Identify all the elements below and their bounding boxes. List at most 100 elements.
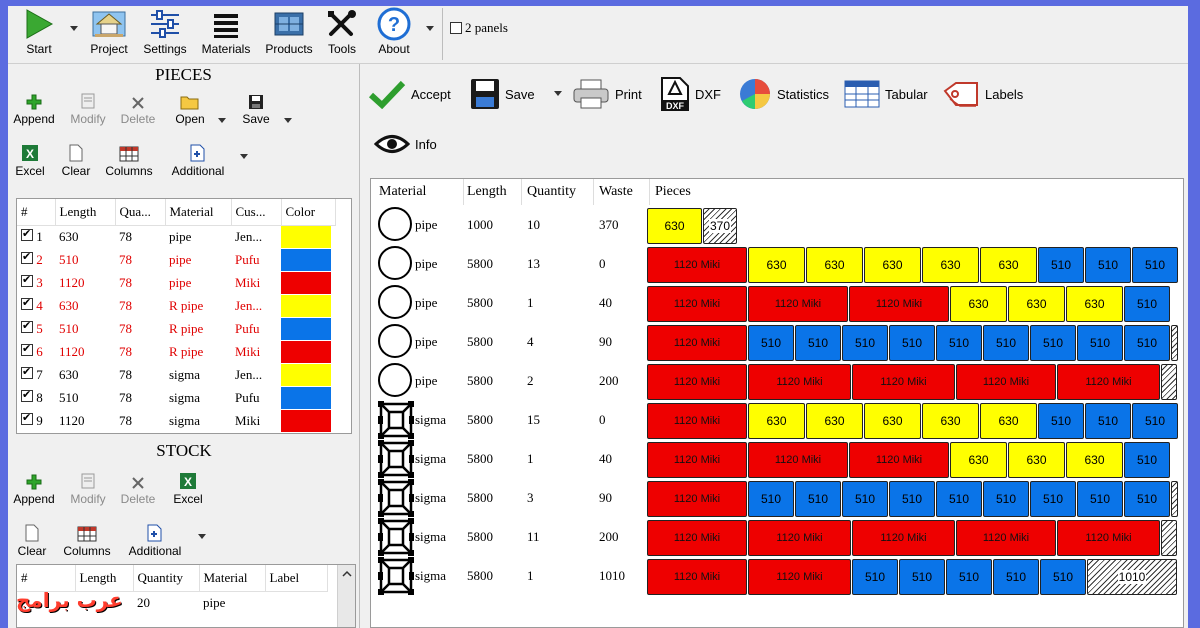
- cut-piece[interactable]: 1120 Miki: [647, 286, 747, 322]
- additional-dropdown-arrow[interactable]: [240, 154, 248, 159]
- table-row[interactable]: 4 630 78 R pipe Jen...: [17, 294, 335, 317]
- save-result-dropdown-arrow[interactable]: [554, 91, 562, 96]
- cut-piece[interactable]: 510: [842, 325, 888, 361]
- table-row[interactable]: 3 1120 78 pipe Miki: [17, 271, 335, 294]
- cut-piece[interactable]: 1120 Miki: [647, 481, 747, 517]
- cut-piece[interactable]: 630: [864, 403, 921, 439]
- table-row[interactable]: 6 1120 78 R pipe Miki: [17, 340, 335, 363]
- cut-piece[interactable]: 510: [946, 559, 992, 595]
- cut-piece[interactable]: 510: [889, 481, 935, 517]
- col-header-quantity[interactable]: Qua...: [115, 199, 166, 226]
- row-checkbox[interactable]: [21, 388, 33, 402]
- cut-piece[interactable]: 1120 Miki: [647, 442, 747, 478]
- stock-excel-button[interactable]: X Excel: [168, 466, 208, 506]
- cut-piece[interactable]: 630: [1066, 286, 1123, 322]
- table-row[interactable]: 2 510 78 pipe Pufu: [17, 248, 335, 271]
- cut-piece[interactable]: 510: [1124, 325, 1170, 361]
- open-dropdown-arrow[interactable]: [218, 118, 226, 123]
- about-dropdown-arrow[interactable]: [426, 26, 434, 31]
- labels-button[interactable]: Labels: [942, 74, 1023, 114]
- stock-modify-button[interactable]: Modify: [66, 466, 110, 506]
- cut-piece[interactable]: 630: [864, 247, 921, 283]
- print-button[interactable]: Print: [572, 74, 642, 114]
- col-header-customer[interactable]: Cus...: [231, 199, 282, 226]
- cut-piece[interactable]: 630: [806, 247, 863, 283]
- project-button[interactable]: Project: [86, 6, 132, 62]
- cut-piece[interactable]: 510: [842, 481, 888, 517]
- cut-piece[interactable]: 630: [748, 403, 805, 439]
- tools-button[interactable]: Tools: [324, 6, 360, 62]
- cut-piece[interactable]: 630: [950, 442, 1007, 478]
- two-panels-checkbox[interactable]: [450, 22, 462, 34]
- scroll-up-icon[interactable]: [338, 565, 356, 583]
- table-row[interactable]: 9 1120 78 sigma Miki: [17, 409, 335, 432]
- stock-additional-dropdown-arrow[interactable]: [198, 534, 206, 539]
- cut-piece[interactable]: 1120 Miki: [647, 559, 747, 595]
- row-checkbox[interactable]: [21, 365, 33, 379]
- cut-piece[interactable]: 510: [1038, 247, 1084, 283]
- cut-piece[interactable]: 510: [1030, 481, 1076, 517]
- cut-piece[interactable]: 510: [936, 481, 982, 517]
- row-checkbox[interactable]: [21, 296, 33, 310]
- info-button[interactable]: Info: [374, 124, 437, 164]
- cut-piece[interactable]: 510: [1085, 403, 1131, 439]
- cut-piece[interactable]: 510: [993, 559, 1039, 595]
- cut-piece[interactable]: 510: [899, 559, 945, 595]
- cut-piece[interactable]: 630: [806, 403, 863, 439]
- save-result-button[interactable]: Save: [470, 74, 535, 114]
- pieces-modify-button[interactable]: Modify: [66, 86, 110, 126]
- tabular-button[interactable]: Tabular: [844, 74, 928, 114]
- stock-append-button[interactable]: Append: [12, 466, 56, 506]
- cut-piece[interactable]: 1120 Miki: [849, 286, 949, 322]
- table-row[interactable]: 7 630 78 sigma Jen...: [17, 363, 335, 386]
- cut-piece[interactable]: 510: [889, 325, 935, 361]
- materials-button[interactable]: Materials: [198, 6, 254, 62]
- row-checkbox[interactable]: [21, 319, 33, 333]
- settings-button[interactable]: Settings: [140, 6, 190, 62]
- cut-piece[interactable]: 510: [1085, 247, 1131, 283]
- pieces-delete-button[interactable]: Delete: [116, 86, 160, 126]
- waste-segment[interactable]: 370: [703, 208, 737, 244]
- cut-piece[interactable]: 630: [922, 247, 979, 283]
- pieces-excel-button[interactable]: X Excel: [12, 138, 48, 178]
- cut-piece[interactable]: 630: [647, 208, 702, 244]
- cut-piece[interactable]: 510: [795, 481, 841, 517]
- pieces-columns-button[interactable]: Columns: [102, 138, 156, 178]
- waste-segment[interactable]: [1161, 364, 1177, 400]
- dxf-button[interactable]: DXF DXF: [660, 74, 721, 114]
- cut-piece[interactable]: 630: [1008, 442, 1065, 478]
- cut-piece[interactable]: 630: [1008, 286, 1065, 322]
- row-checkbox[interactable]: [21, 273, 33, 287]
- cut-piece[interactable]: 1120 Miki: [647, 520, 747, 556]
- pieces-additional-button[interactable]: Additional: [168, 138, 228, 178]
- waste-segment[interactable]: [1161, 520, 1177, 556]
- stock-clear-button[interactable]: Clear: [14, 518, 50, 558]
- cut-piece[interactable]: 1120 Miki: [956, 520, 1056, 556]
- stock-additional-button[interactable]: Additional: [124, 518, 186, 558]
- cut-piece[interactable]: 1120 Miki: [956, 364, 1056, 400]
- about-button[interactable]: ? About: [372, 6, 416, 62]
- cutting-result-area[interactable]: Material Length Quantity Waste Pieces pi…: [370, 178, 1184, 628]
- cut-piece[interactable]: 1120 Miki: [748, 442, 848, 478]
- cut-piece[interactable]: 510: [1038, 403, 1084, 439]
- cut-piece[interactable]: 630: [922, 403, 979, 439]
- cut-piece[interactable]: 510: [983, 325, 1029, 361]
- cut-piece[interactable]: 510: [748, 325, 794, 361]
- col-header-color[interactable]: Color: [281, 199, 336, 226]
- cut-piece[interactable]: 510: [1030, 325, 1076, 361]
- waste-segment[interactable]: [1171, 325, 1178, 361]
- cut-piece[interactable]: 630: [980, 247, 1037, 283]
- cut-piece[interactable]: 630: [1066, 442, 1123, 478]
- cut-piece[interactable]: 1120 Miki: [852, 364, 955, 400]
- cut-piece[interactable]: 510: [1124, 481, 1170, 517]
- accept-button[interactable]: Accept: [368, 74, 451, 114]
- stock-delete-button[interactable]: Delete: [116, 466, 160, 506]
- cut-piece[interactable]: 510: [1124, 442, 1170, 478]
- stock-scrollbar[interactable]: [337, 565, 355, 627]
- start-button[interactable]: Start: [20, 6, 58, 62]
- cut-piece[interactable]: 510: [1077, 325, 1123, 361]
- cut-piece[interactable]: 1120 Miki: [748, 559, 851, 595]
- cut-piece[interactable]: 510: [748, 481, 794, 517]
- cut-piece[interactable]: 1120 Miki: [647, 364, 747, 400]
- cut-piece[interactable]: 510: [1040, 559, 1086, 595]
